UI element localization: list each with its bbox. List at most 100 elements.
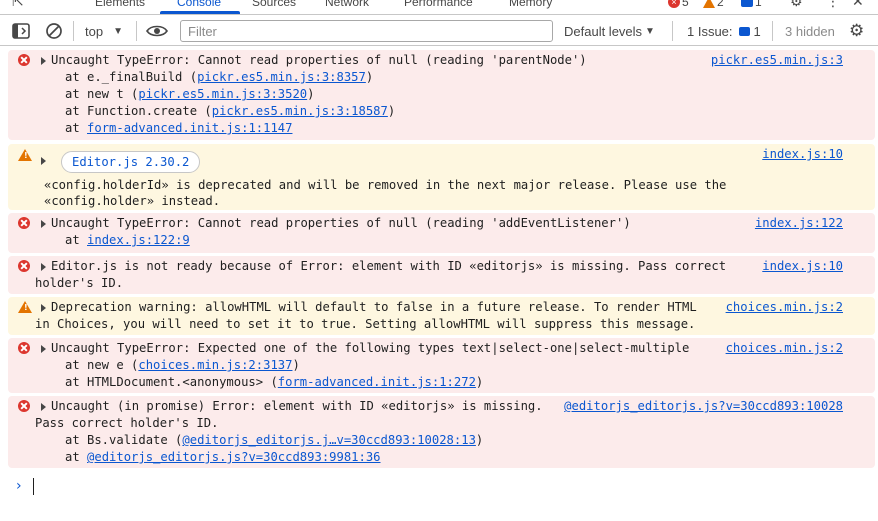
tab-elements[interactable]: Elements: [95, 0, 145, 9]
error-icon: [18, 260, 30, 272]
eye-icon: [146, 25, 168, 37]
message-text: Pass correct holder's ID.: [35, 416, 219, 430]
clear-console-button[interactable]: [45, 21, 63, 41]
expand-caret-icon[interactable]: [41, 157, 46, 165]
toolbar-separator: [772, 21, 773, 41]
tab-console[interactable]: Console: [177, 0, 221, 9]
console-settings-button[interactable]: ⚙: [849, 21, 864, 41]
expand-caret-icon[interactable]: [41, 304, 46, 312]
object-preview-pill[interactable]: Editor.js 2.30.2: [61, 151, 201, 173]
stack-link[interactable]: @editorjs_editorjs.j…v=30ccd893:10028:13: [182, 433, 476, 447]
stack-link[interactable]: pickr.es5.min.js:3:18587: [212, 104, 388, 118]
stack-frame: at Function.create (pickr.es5.min.js:3:1…: [65, 104, 396, 118]
message-text: «config.holderId» is deprecated and will…: [44, 178, 727, 192]
dropdown-arrow-icon: ▼: [113, 25, 123, 37]
stack-frame: at HTMLDocument.<anonymous> (form-advanc…: [65, 375, 484, 389]
message-count-icon: [741, 0, 753, 7]
message-count: 1: [755, 0, 762, 9]
log-levels-dropdown[interactable]: Default levels ▼: [564, 21, 655, 41]
close-devtools-icon[interactable]: ✕: [852, 0, 864, 10]
stack-frame: at e._finalBuild (pickr.es5.min.js:3:835…: [65, 70, 374, 84]
sidebar-icon: [12, 23, 30, 39]
error-count-icon: ×: [668, 0, 680, 8]
console-message-error[interactable]: Editor.js is not ready because of Error:…: [8, 256, 875, 294]
live-expression-button[interactable]: [146, 21, 168, 41]
log-levels-label: Default levels: [564, 23, 643, 39]
message-text: Uncaught TypeError: Expected one of the …: [51, 341, 690, 355]
filter-input[interactable]: [180, 20, 553, 42]
warning-count: 2: [717, 0, 724, 9]
console-message-warning[interactable]: ! Editor.js 2.30.2 index.js:10 «config.h…: [8, 144, 875, 210]
stack-frame: at new e (choices.min.js:2:3137): [65, 358, 300, 372]
tab-sources[interactable]: Sources: [252, 0, 296, 9]
more-options-icon[interactable]: ⋮: [826, 0, 840, 10]
tab-memory[interactable]: Memory: [509, 0, 552, 9]
context-label: top: [85, 23, 104, 39]
panel-tab-strip: ⇱ Elements Console Sources Network Perfo…: [0, 0, 878, 14]
message-text: in Choices, you will need to set it to t…: [35, 317, 696, 331]
console-message-error[interactable]: Uncaught TypeError: Cannot read properti…: [8, 213, 875, 253]
stack-frame: at Bs.validate (@editorjs_editorjs.j…v=3…: [65, 433, 484, 447]
inspect-element-icon[interactable]: ⇱: [12, 0, 24, 10]
stack-link[interactable]: pickr.es5.min.js:3:3520: [138, 87, 307, 101]
stack-link[interactable]: form-advanced.init.js:1:272: [278, 375, 476, 389]
stack-link[interactable]: @editorjs_editorjs.js?v=30ccd893:9981:36: [87, 450, 381, 464]
stack-frame: at @editorjs_editorjs.js?v=30ccd893:9981…: [65, 450, 381, 464]
settings-gear-icon[interactable]: ⚙: [790, 0, 803, 10]
message-text: Uncaught TypeError: Cannot read properti…: [51, 53, 587, 67]
console-input-cursor[interactable]: [33, 478, 34, 495]
source-link[interactable]: choices.min.js:2: [726, 340, 843, 357]
tab-network[interactable]: Network: [325, 0, 369, 9]
console-message-error[interactable]: Uncaught (in promise) Error: element wit…: [8, 396, 875, 468]
expand-caret-icon[interactable]: [41, 220, 46, 228]
hidden-messages-count: 3 hidden: [785, 23, 835, 39]
console-message-warning[interactable]: ! Deprecation warning: allowHTML will de…: [8, 297, 875, 335]
issues-label: 1 Issue:: [687, 23, 733, 39]
source-link[interactable]: choices.min.js:2: [726, 299, 843, 316]
console-prompt-chevron-icon: ›: [16, 478, 22, 494]
console-message-error[interactable]: Uncaught TypeError: Cannot read properti…: [8, 50, 875, 140]
stack-frame: at new t (pickr.es5.min.js:3:3520): [65, 87, 315, 101]
issue-icon: [738, 26, 750, 36]
warning-count-icon: [703, 0, 715, 8]
expand-caret-icon[interactable]: [41, 57, 46, 65]
stack-link[interactable]: choices.min.js:2:3137: [138, 358, 292, 372]
error-counter[interactable]: × 5: [668, 0, 689, 9]
warning-icon: !: [18, 301, 32, 313]
toolbar-separator: [136, 21, 137, 41]
dropdown-arrow-icon: ▼: [645, 25, 655, 37]
toolbar-separator: [672, 21, 673, 41]
source-link[interactable]: @editorjs_editorjs.js?v=30ccd893:10028: [564, 398, 843, 415]
source-link[interactable]: index.js:10: [762, 146, 843, 163]
error-icon: [18, 54, 30, 66]
source-link[interactable]: index.js:122: [755, 215, 843, 232]
stack-link[interactable]: pickr.es5.min.js:3:8357: [197, 70, 366, 84]
stack-link[interactable]: form-advanced.init.js:1:1147: [87, 121, 292, 135]
message-text: «config.holder» instead.: [44, 194, 221, 208]
expand-caret-icon[interactable]: [41, 263, 46, 271]
sidebar-toggle-button[interactable]: [12, 21, 30, 41]
clear-icon: [46, 23, 62, 39]
stack-frame: at index.js:122:9: [65, 233, 190, 247]
warning-counter[interactable]: 2: [703, 0, 724, 9]
message-counter[interactable]: 1: [741, 0, 762, 9]
expand-caret-icon[interactable]: [41, 403, 46, 411]
warning-icon: !: [18, 149, 32, 161]
issues-count: 1: [753, 23, 761, 39]
error-icon: [18, 217, 30, 229]
message-text: Uncaught TypeError: Cannot read properti…: [51, 216, 631, 230]
message-text: Deprecation warning: allowHTML will defa…: [51, 300, 697, 314]
source-link[interactable]: pickr.es5.min.js:3: [711, 52, 843, 69]
issues-button[interactable]: 1 Issue: 1: [687, 21, 761, 41]
stack-link[interactable]: index.js:122:9: [87, 233, 190, 247]
error-icon: [18, 342, 30, 354]
toolbar-separator: [73, 21, 74, 41]
console-toolbar: top ▼ Default levels ▼ 1 Issue: 1 3 hidd…: [0, 14, 878, 46]
expand-caret-icon[interactable]: [41, 345, 46, 353]
settings-gear-icon: ⚙: [849, 21, 865, 40]
console-message-error[interactable]: Uncaught TypeError: Expected one of the …: [8, 338, 875, 393]
tab-performance[interactable]: Performance: [404, 0, 473, 9]
message-text: holder's ID.: [35, 276, 124, 290]
source-link[interactable]: index.js:10: [762, 258, 843, 275]
context-selector[interactable]: top ▼: [85, 21, 123, 41]
